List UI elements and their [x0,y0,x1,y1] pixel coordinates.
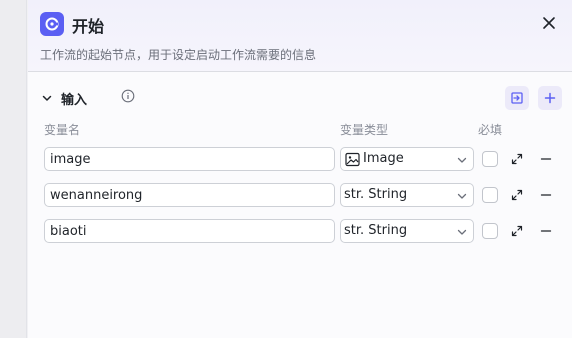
remove-icon[interactable] [539,224,553,238]
info-icon[interactable] [121,89,135,103]
chevron-down-icon [457,157,467,163]
start-node-icon [40,12,64,36]
remove-icon[interactable] [539,152,553,166]
variable-type-select[interactable]: str. String [340,183,474,207]
canvas-strip [0,0,27,338]
variable-type-label: str. String [344,187,408,202]
column-header-type: 变量类型 [340,123,389,137]
input-section-header: 输入 [28,86,572,110]
variable-row: str. String [28,219,572,245]
plus-icon [544,92,556,104]
start-node-panel: 开始 工作流的起始节点，用于设定启动工作流需要的信息 输入 变量名 变量类型 必… [28,0,572,338]
import-button[interactable] [505,86,529,110]
close-button[interactable] [540,14,558,32]
required-checkbox[interactable] [482,223,498,239]
chevron-down-icon [457,229,467,235]
close-icon [543,17,555,29]
variable-name-input[interactable] [44,183,335,207]
variable-type-label: Image [363,151,404,166]
variable-name-input[interactable] [44,219,335,243]
remove-icon[interactable] [539,188,553,202]
chevron-down-icon[interactable] [40,91,54,105]
image-icon [345,152,360,167]
variable-type-select[interactable]: Image [340,147,474,171]
page-title: 开始 [72,17,105,36]
expand-icon[interactable] [510,224,524,238]
variable-row: str. String [28,183,572,209]
column-header-name: 变量名 [44,123,81,137]
panel-description: 工作流的起始节点，用于设定启动工作流需要的信息 [40,48,317,62]
expand-icon[interactable] [510,188,524,202]
variable-row: Image [28,147,572,173]
variable-name-input[interactable] [44,147,335,171]
required-checkbox[interactable] [482,187,498,203]
panel-header: 开始 工作流的起始节点，用于设定启动工作流需要的信息 [28,0,572,72]
chevron-down-icon [457,193,467,199]
variable-type-select[interactable]: str. String [340,219,474,243]
required-checkbox[interactable] [482,151,498,167]
input-section-label: 输入 [61,93,88,108]
expand-icon[interactable] [510,152,524,166]
variable-type-label: str. String [344,223,408,238]
column-header-required: 必填 [478,123,503,137]
add-variable-button[interactable] [538,86,562,110]
import-icon [511,92,523,104]
